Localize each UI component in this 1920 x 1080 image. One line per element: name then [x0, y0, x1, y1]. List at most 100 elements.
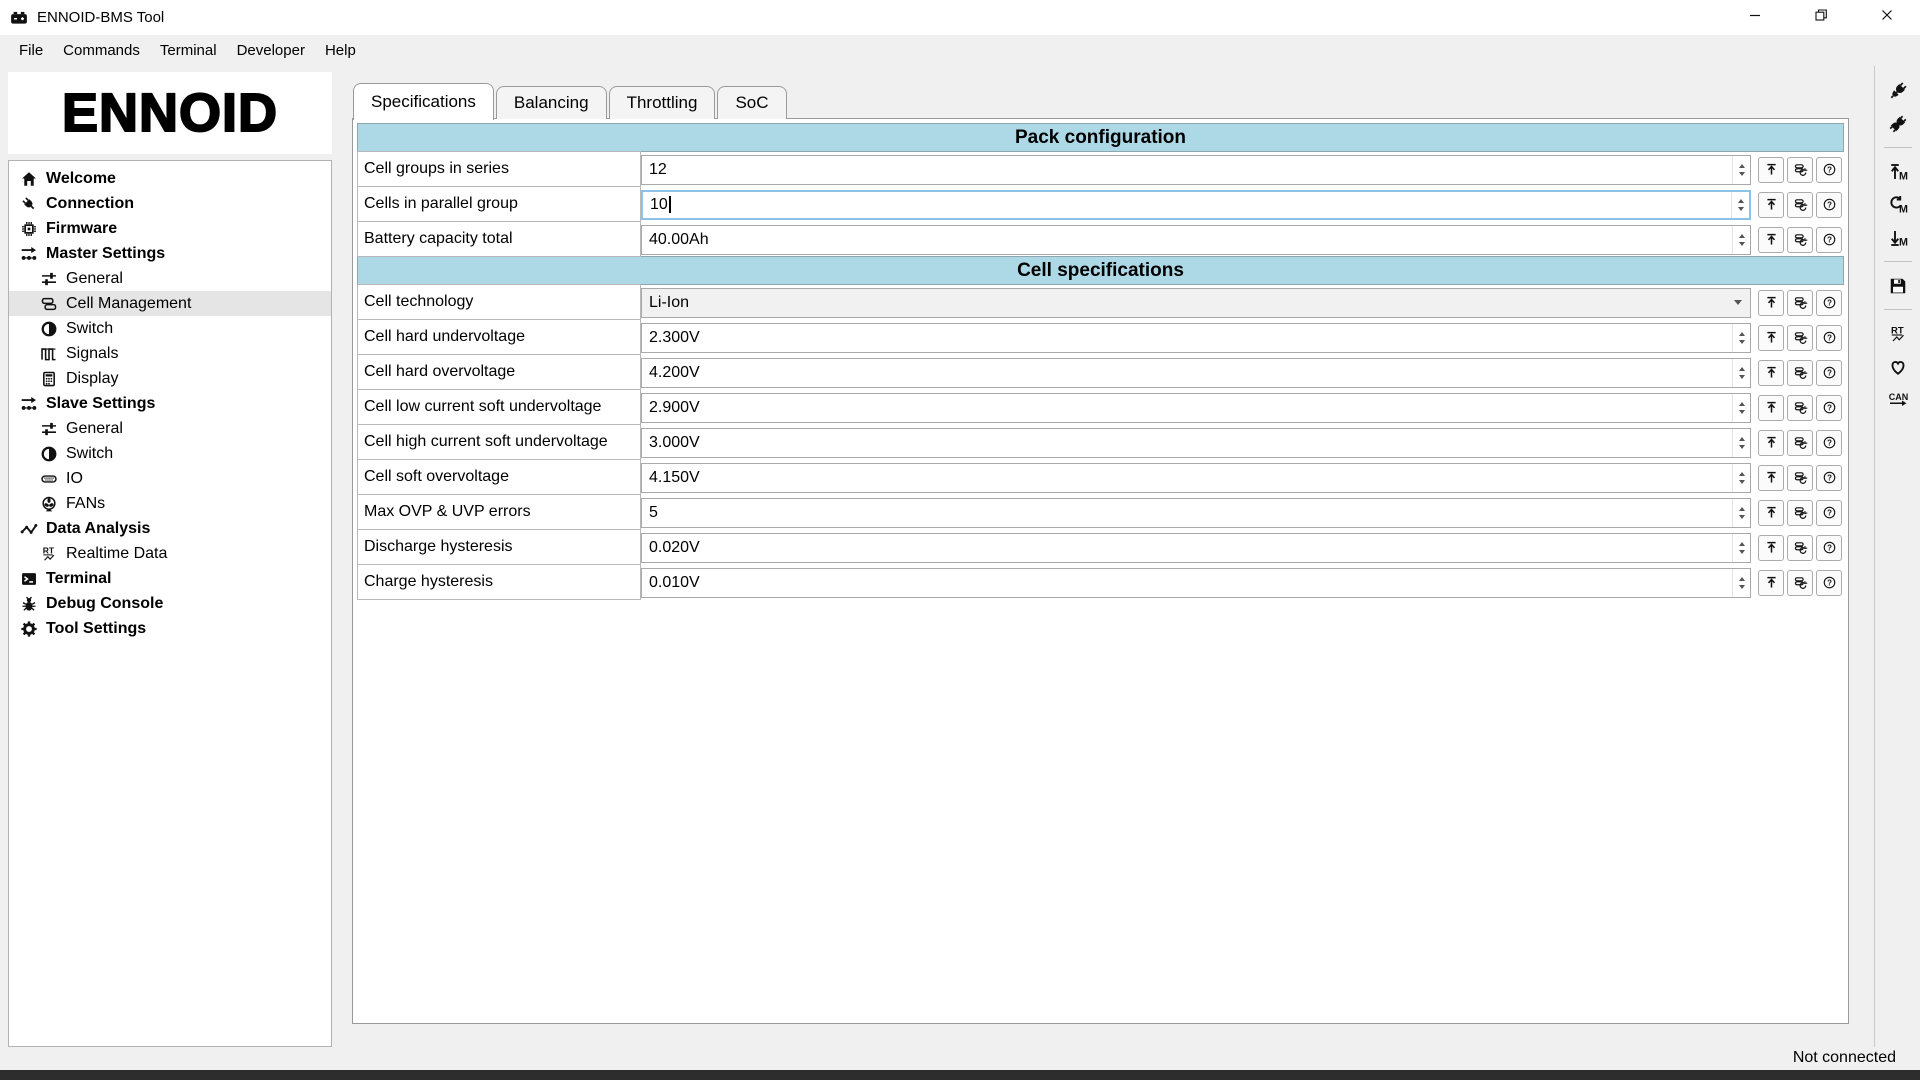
restore-default-button[interactable]	[1787, 157, 1813, 183]
row-field-battery-capacity-total[interactable]: 40.00Ah	[641, 225, 1751, 255]
write-value-button[interactable]	[1758, 500, 1784, 526]
write-value-button[interactable]	[1758, 430, 1784, 456]
restore-default-button[interactable]	[1787, 360, 1813, 386]
sidebar-item-debug-console[interactable]: Debug Console	[9, 591, 331, 616]
spin-up-button[interactable]	[1739, 507, 1745, 511]
help-button[interactable]: ?	[1816, 465, 1842, 491]
spin-down-button[interactable]	[1739, 445, 1745, 449]
sidebar-item-slave-settings[interactable]: Slave Settings	[9, 391, 331, 416]
sidebar-item-signals[interactable]: Signals	[9, 341, 331, 366]
restore-default-button[interactable]	[1787, 430, 1813, 456]
help-button[interactable]: ?	[1816, 360, 1842, 386]
spin-down-button[interactable]	[1739, 340, 1745, 344]
menu-terminal[interactable]: Terminal	[150, 35, 227, 66]
sidebar-item-data-analysis[interactable]: Data Analysis	[9, 516, 331, 541]
sidebar-item-connection[interactable]: Connection	[9, 191, 331, 216]
restore-default-button[interactable]	[1787, 325, 1813, 351]
disconnect-button[interactable]	[1883, 111, 1913, 136]
restore-default-button[interactable]	[1787, 465, 1813, 491]
write-value-button[interactable]	[1758, 360, 1784, 386]
sidebar-item-tool-settings[interactable]: Tool Settings	[9, 616, 331, 641]
sidebar-item-general[interactable]: General	[9, 416, 331, 441]
restore-default-button[interactable]	[1787, 192, 1813, 218]
row-field-max-ovp-uvp-errors[interactable]: 5	[641, 498, 1751, 528]
row-field-cell-soft-overvoltage[interactable]: 4.150V	[641, 463, 1751, 493]
spin-down-button[interactable]	[1738, 207, 1744, 211]
help-button[interactable]: ?	[1816, 192, 1842, 218]
restore-default-button[interactable]	[1787, 535, 1813, 561]
spin-down-button[interactable]	[1739, 172, 1745, 176]
heartbeat-button[interactable]	[1883, 354, 1913, 379]
write-value-button[interactable]	[1758, 192, 1784, 218]
row-field-cell-hard-overvoltage[interactable]: 4.200V	[641, 358, 1751, 388]
menu-commands[interactable]: Commands	[53, 35, 150, 66]
write-value-button[interactable]	[1758, 535, 1784, 561]
sidebar-item-io[interactable]: IO	[9, 466, 331, 491]
menu-file[interactable]: File	[9, 35, 53, 66]
row-field-cells-in-parallel-group[interactable]: 10	[641, 190, 1751, 220]
refresh-master-button[interactable]: M	[1883, 192, 1913, 217]
spin-down-button[interactable]	[1739, 515, 1745, 519]
row-field-cell-hard-undervoltage[interactable]: 2.300V	[641, 323, 1751, 353]
spin-down-button[interactable]	[1739, 242, 1745, 246]
sidebar-item-cell-management[interactable]: Cell Management	[9, 291, 331, 316]
write-value-button[interactable]	[1758, 325, 1784, 351]
sidebar-item-fans[interactable]: FANs	[9, 491, 331, 516]
write-value-button[interactable]	[1758, 290, 1784, 316]
write-value-button[interactable]	[1758, 227, 1784, 253]
restore-default-button[interactable]	[1787, 500, 1813, 526]
spin-up-button[interactable]	[1738, 199, 1744, 203]
row-field-cell-high-current-soft-undervoltage[interactable]: 3.000V	[641, 428, 1751, 458]
read-master-button[interactable]: M	[1883, 225, 1913, 250]
spin-down-button[interactable]	[1739, 550, 1745, 554]
write-value-button[interactable]	[1758, 157, 1784, 183]
help-button[interactable]: ?	[1816, 500, 1842, 526]
minimize-button[interactable]	[1722, 0, 1788, 35]
restore-default-button[interactable]	[1787, 395, 1813, 421]
write-value-button[interactable]	[1758, 465, 1784, 491]
row-combo-cell-technology[interactable]: Li-Ion	[641, 288, 1751, 318]
sidebar-item-general[interactable]: General	[9, 266, 331, 291]
realtime-button[interactable]: RT	[1883, 321, 1913, 346]
sidebar-item-switch[interactable]: Switch	[9, 441, 331, 466]
help-button[interactable]: ?	[1816, 227, 1842, 253]
spin-up-button[interactable]	[1739, 164, 1745, 168]
menu-developer[interactable]: Developer	[227, 35, 315, 66]
tab-soc[interactable]: SoC	[717, 86, 786, 119]
spin-up-button[interactable]	[1739, 577, 1745, 581]
tab-balancing[interactable]: Balancing	[496, 86, 607, 119]
spin-up-button[interactable]	[1739, 402, 1745, 406]
write-value-button[interactable]	[1758, 570, 1784, 596]
write-value-button[interactable]	[1758, 395, 1784, 421]
restore-button[interactable]	[1788, 0, 1854, 35]
spin-up-button[interactable]	[1739, 234, 1745, 238]
spin-down-button[interactable]	[1739, 410, 1745, 414]
help-button[interactable]: ?	[1816, 430, 1842, 456]
spin-up-button[interactable]	[1739, 437, 1745, 441]
menu-help[interactable]: Help	[315, 35, 366, 66]
restore-default-button[interactable]	[1787, 570, 1813, 596]
sidebar-item-firmware[interactable]: Firmware	[9, 216, 331, 241]
restore-default-button[interactable]	[1787, 227, 1813, 253]
help-button[interactable]: ?	[1816, 535, 1842, 561]
help-button[interactable]: ?	[1816, 290, 1842, 316]
spin-down-button[interactable]	[1739, 375, 1745, 379]
help-button[interactable]: ?	[1816, 570, 1842, 596]
sidebar-item-display[interactable]: Display	[9, 366, 331, 391]
row-field-cell-groups-in-series[interactable]: 12	[641, 155, 1751, 185]
help-button[interactable]: ?	[1816, 395, 1842, 421]
help-button[interactable]: ?	[1816, 157, 1842, 183]
sidebar-item-terminal[interactable]: Terminal	[9, 566, 331, 591]
row-field-cell-low-current-soft-undervoltage[interactable]: 2.900V	[641, 393, 1751, 423]
save-button[interactable]	[1883, 273, 1913, 298]
row-field-discharge-hysteresis[interactable]: 0.020V	[641, 533, 1751, 563]
sidebar-item-welcome[interactable]: Welcome	[9, 166, 331, 191]
spin-up-button[interactable]	[1739, 542, 1745, 546]
tab-specifications[interactable]: Specifications	[353, 83, 494, 120]
connect-button[interactable]	[1883, 78, 1913, 103]
spin-up-button[interactable]	[1739, 367, 1745, 371]
row-field-charge-hysteresis[interactable]: 0.010V	[641, 568, 1751, 598]
restore-default-button[interactable]	[1787, 290, 1813, 316]
can-button[interactable]: CAN	[1883, 387, 1913, 412]
help-button[interactable]: ?	[1816, 325, 1842, 351]
